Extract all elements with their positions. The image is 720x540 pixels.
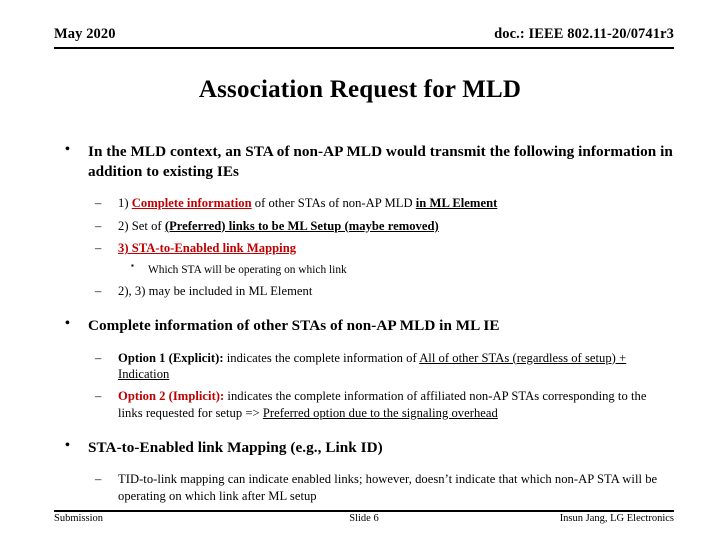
sub1-complete-information: Complete information [131,196,252,211]
sub1-number: 1) [118,196,129,211]
sub2-preferred-links: (Preferred) links to be ML Setup (maybe … [164,218,439,233]
dash-marker-icon: – [95,284,102,299]
slide-body: • In the MLD context, an STA of non-AP M… [0,142,720,504]
footer-submission: Submission [54,513,104,524]
bullet-level2: – TID-to-link mapping can indicate enabl… [0,471,720,504]
dash-marker-icon: – [95,472,102,487]
bullet3-sub-text: TID-to-link mapping can indicate enabled… [118,472,658,503]
bullet-level2: – 3) STA-to-Enabled link Mapping [0,240,720,256]
dash-marker-icon: – [95,196,102,211]
option1-body: indicates the complete information of [223,350,420,365]
slide-footer: Submission Slide 6 Insun Jang, LG Electr… [54,513,674,524]
sub1-in-ml-element: in ML Element [415,196,498,211]
bullet-level2: – Option 2 (Implicit): indicates the com… [0,388,720,421]
bullet-dot-icon: • [65,316,70,332]
dash-marker-icon: – [95,218,102,233]
sub-last-text: 2), 3) may be included in ML Element [118,284,313,299]
bullet-level1: • In the MLD context, an STA of non-AP M… [0,142,720,182]
slide: May 2020 doc.: IEEE 802.11-20/0741r3 Ass… [0,0,720,540]
footer-divider [54,510,674,512]
bullet-level1: • Complete information of other STAs of … [0,316,720,336]
dash-marker-icon: – [95,241,102,256]
bullet-level3: ▪ Which STA will be operating on which l… [0,260,720,278]
option1-label: Option 1 (Explicit): [118,350,224,365]
dash-marker-icon: – [95,350,102,365]
bullet-level1: • STA-to-Enabled link Mapping (e.g., Lin… [0,438,720,458]
footer-slide-number: Slide 6 [349,513,379,524]
bullet3-text: STA-to-Enabled link Mapping (e.g., Link … [88,439,383,457]
header-date: May 2020 [54,26,116,42]
option2-label: Option 2 (Implicit): [118,389,225,404]
subsub-text: Which STA will be operating on which lin… [148,263,347,276]
sub3-sta-to-enabled-link-mapping: 3) STA-to-Enabled link Mapping [118,241,297,256]
dash-marker-icon: – [95,389,102,404]
sub1-plain: of other STAs of non-AP MLD [251,196,416,211]
bullet2-text: Complete information of other STAs of no… [88,317,500,335]
bullet-level2: – 1) Complete information of other STAs … [0,195,720,211]
bullet-dot-icon: • [65,142,70,157]
header-divider [54,47,674,49]
footer-author: Insun Jang, LG Electronics [559,513,674,524]
bullet-dot-icon: • [65,438,70,454]
bullet-level2: – 2), 3) may be included in ML Element [0,283,720,299]
bullet-level2: – Option 1 (Explicit): indicates the com… [0,350,720,383]
header-doc-number: doc.: IEEE 802.11-20/0741r3 [494,26,674,42]
sub2-number: 2) [118,218,129,233]
bullet-level2: – 2) Set of (Preferred) links to be ML S… [0,218,720,234]
option2-underlined: Preferred option due to the signaling ov… [262,405,498,420]
slide-header: May 2020 doc.: IEEE 802.11-20/0741r3 [54,26,674,43]
page-title: Association Request for MLD [198,76,522,103]
square-bullet-icon: ▪ [131,260,134,270]
bullet1-text: In the MLD context, an STA of non-AP MLD… [88,143,673,181]
sub2-plain: Set of [128,218,165,233]
